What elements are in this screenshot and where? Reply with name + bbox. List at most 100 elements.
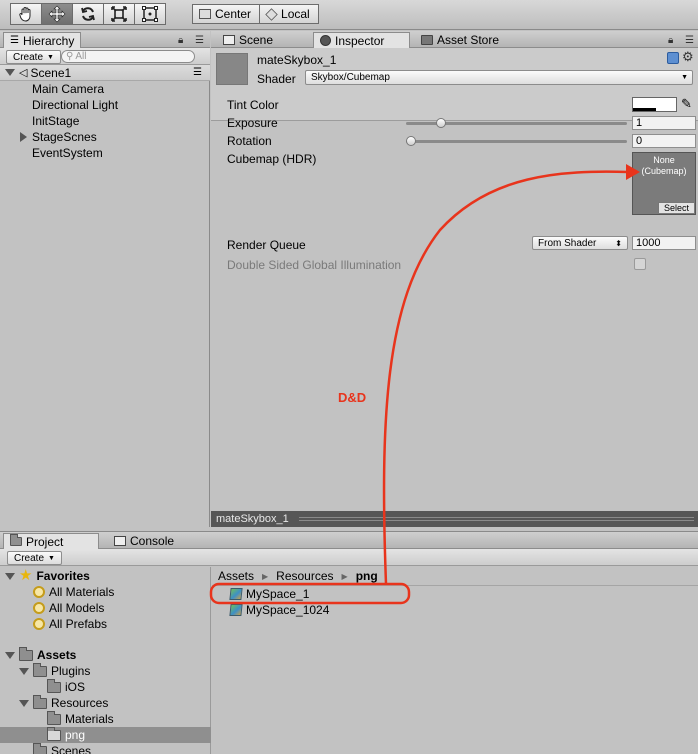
rotation-field[interactable]: 0 (632, 134, 696, 148)
breadcrumb-item-current[interactable]: png (356, 569, 378, 583)
shader-value: Skybox/Cubemap (311, 72, 390, 83)
exposure-field[interactable]: 1 (632, 116, 696, 130)
folder-row-png[interactable]: png (47, 726, 85, 743)
tab-project[interactable]: Project (3, 533, 99, 549)
help-book-icon[interactable] (667, 52, 679, 64)
scene-menu-icon[interactable]: ☰ (193, 67, 202, 78)
render-queue-dropdown[interactable]: From Shader ⬍ (532, 236, 628, 250)
scale-icon (111, 6, 127, 22)
expand-arrow-icon[interactable] (5, 572, 15, 580)
assets-label: Assets (37, 648, 77, 662)
pivot-toggles: Center Local (192, 4, 319, 24)
exposure-slider-knob[interactable] (435, 118, 446, 128)
folder-row-materials[interactable]: Materials (47, 710, 114, 727)
assets-row[interactable]: Assets (5, 646, 77, 663)
hierarchy-create-label: Create (13, 51, 44, 63)
breadcrumb-item[interactable]: Assets (218, 569, 254, 583)
gear-icon[interactable]: ⚙ (682, 49, 694, 65)
scene-row[interactable]: ◁ Scene1 ☰ (0, 65, 210, 81)
favorite-item[interactable]: All Models (33, 600, 104, 616)
expand-arrow-icon[interactable] (20, 132, 27, 142)
favorite-item[interactable]: All Prefabs (33, 616, 107, 632)
rect-tool-button[interactable] (134, 3, 166, 25)
material-thumbnail (216, 53, 248, 85)
rotate-icon (81, 7, 95, 21)
folder-label: iOS (65, 680, 86, 694)
file-item[interactable]: MySpace_1024 (229, 602, 330, 618)
tint-color-swatch[interactable] (632, 97, 677, 112)
tab-scene[interactable]: Scene (217, 32, 281, 48)
scale-tool-button[interactable] (103, 3, 135, 25)
tab-inspector[interactable]: Inspector (313, 32, 410, 48)
alpha-bar-white (656, 108, 676, 111)
expand-arrow-icon[interactable] (5, 651, 15, 659)
material-name: mateSkybox_1 (257, 53, 337, 67)
favorite-item[interactable]: All Materials (33, 584, 114, 600)
file-label: MySpace_1024 (246, 603, 330, 617)
tab-console[interactable]: Console (108, 533, 182, 549)
inspector-menu-icon[interactable]: ☰ (685, 35, 694, 46)
chevron-down-icon: ▼ (48, 554, 55, 562)
folder-icon (33, 742, 47, 754)
scene-grid-icon (223, 35, 235, 45)
pivot-local-button[interactable]: Local (259, 4, 319, 24)
breadcrumb: Assets ▶ Resources ▶ png (218, 569, 378, 583)
rotation-slider[interactable] (406, 140, 627, 143)
pivot-center-button[interactable]: Center (192, 4, 261, 24)
tab-inspector-label: Inspector (335, 33, 385, 48)
exposure-label: Exposure (227, 116, 278, 130)
folder-label: Plugins (51, 664, 91, 678)
shader-dropdown[interactable]: Skybox/Cubemap ▼ (305, 70, 693, 85)
breadcrumb-item[interactable]: Resources (276, 569, 333, 583)
breadcrumb-separator-icon: ▶ (262, 571, 269, 581)
favorite-label: All Models (49, 601, 105, 615)
favorite-label: All Prefabs (49, 617, 108, 631)
hierarchy-item[interactable]: InitStage (0, 113, 210, 129)
hierarchy-item[interactable]: Main Camera (0, 81, 210, 97)
rotate-tool-button[interactable] (72, 3, 104, 25)
eyedropper-icon[interactable]: ✎ (681, 96, 692, 112)
hierarchy-item[interactable]: StageScnes (0, 129, 210, 145)
double-sided-gi-checkbox[interactable] (634, 258, 646, 270)
hierarchy-item[interactable]: EventSystem (0, 145, 210, 161)
texture-icon (229, 604, 243, 616)
preview-bar[interactable]: mateSkybox_1 (211, 511, 698, 527)
cubemap-type-text: (Cubemap) (641, 166, 687, 176)
hand-tool-button[interactable] (10, 3, 42, 25)
folder-icon (47, 726, 61, 741)
project-create-button[interactable]: Create ▼ (7, 551, 62, 565)
expand-arrow-icon[interactable] (19, 699, 29, 707)
hierarchy-search-input[interactable]: ⚲ All (61, 50, 195, 63)
file-item[interactable]: MySpace_1 (229, 586, 309, 602)
move-tool-button[interactable] (41, 3, 73, 25)
render-queue-field[interactable]: 1000 (632, 236, 696, 250)
cubemap-select-button[interactable]: Select (658, 202, 694, 213)
panel-menu-icon[interactable]: ☰ (195, 35, 204, 46)
expand-arrow-icon[interactable] (19, 667, 29, 675)
resize-grip[interactable] (299, 517, 694, 521)
cubemap-none-text: None (653, 155, 675, 165)
rotation-slider-knob[interactable] (406, 136, 416, 146)
tab-asset-store[interactable]: Asset Store (415, 32, 507, 48)
texture-icon (229, 588, 243, 600)
cubemap-label: Cubemap (HDR) (227, 152, 317, 166)
inspector-lock-icon[interactable]: 🔒︎ (668, 35, 673, 46)
lock-icon[interactable]: 🔒︎ (178, 35, 183, 46)
folder-label: Materials (65, 712, 114, 726)
folder-row-plugins[interactable]: Plugins (19, 662, 91, 679)
hierarchy-panel: ☰ Hierarchy 🔒︎ ☰ Create ▼ ⚲ All ◁ Scene1… (0, 31, 210, 527)
hierarchy-item[interactable]: Directional Light (0, 97, 210, 113)
expand-arrow-icon[interactable] (5, 69, 15, 76)
move-arrows-icon (48, 5, 66, 23)
hierarchy-item-label: StageScnes (32, 130, 97, 144)
folder-row-scenes[interactable]: Scenes (33, 742, 91, 754)
cubemap-slot[interactable]: None (Cubemap) Select (632, 152, 696, 215)
folder-row-resources[interactable]: Resources (19, 694, 108, 711)
shader-label: Shader (257, 72, 296, 86)
favorites-row[interactable]: ★ Favorites (5, 568, 90, 584)
folder-row-ios[interactable]: iOS (47, 678, 86, 695)
folder-icon (19, 646, 33, 661)
hierarchy-create-button[interactable]: Create ▼ (6, 50, 61, 64)
tab-hierarchy[interactable]: ☰ Hierarchy (3, 32, 81, 48)
unity-scene-icon: ◁ (19, 67, 28, 79)
